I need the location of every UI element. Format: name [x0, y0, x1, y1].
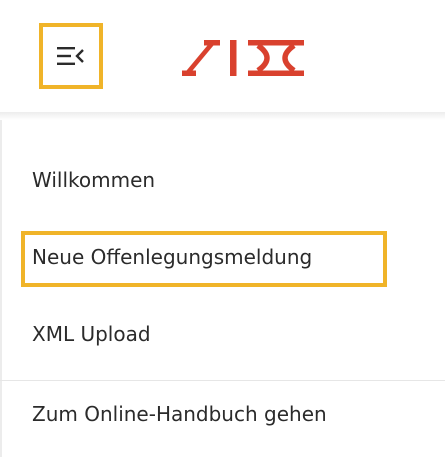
nav-item-neue-offenlegungsmeldung[interactable]: Neue Offenlegungsmeldung: [0, 231, 445, 287]
nav-item-xml-upload[interactable]: XML Upload: [0, 322, 445, 352]
nav-item-label: Willkommen: [32, 168, 156, 192]
app-page: Willkommen Neue Offenlegungsmeldung XML …: [0, 0, 445, 457]
sidebar-nav: Willkommen Neue Offenlegungsmeldung XML …: [0, 0, 445, 457]
nav-item-label: XML Upload: [32, 322, 151, 346]
nav-item-online-handbuch[interactable]: Zum Online-Handbuch gehen: [0, 402, 445, 432]
nav-divider: [0, 380, 445, 381]
nav-item-willkommen[interactable]: Willkommen: [0, 168, 445, 198]
nav-item-label: Zum Online-Handbuch gehen: [32, 402, 327, 426]
nav-item-label: Neue Offenlegungsmeldung: [32, 245, 313, 269]
